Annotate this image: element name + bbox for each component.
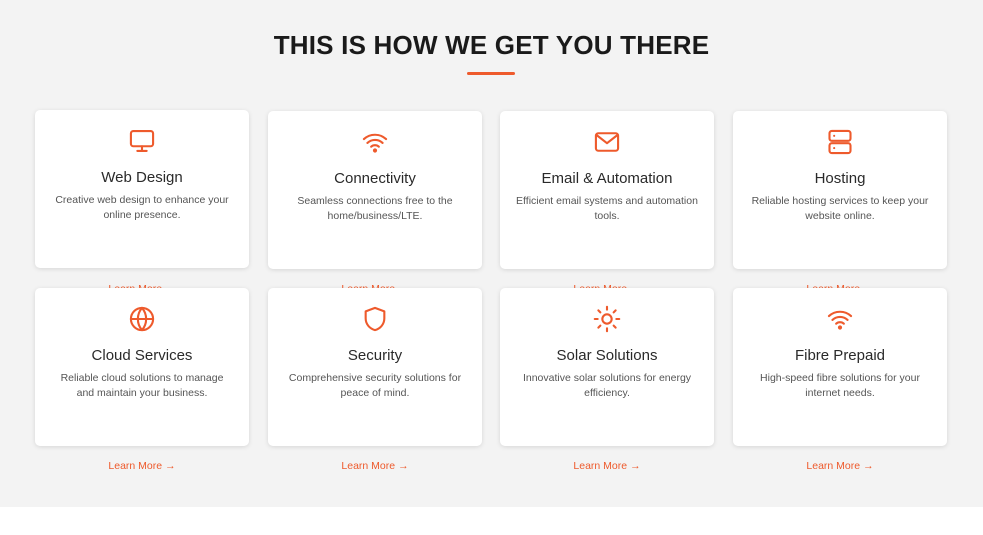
wifi-icon — [268, 128, 482, 156]
card-description: Seamless connections free to the home/bu… — [297, 195, 453, 222]
heading-underline — [467, 72, 515, 75]
card-description: Comprehensive security solutions for pea… — [288, 372, 462, 399]
card-title: Solar Solutions — [556, 347, 658, 364]
card-title: Web Design — [101, 169, 183, 186]
card-description: Innovative solar solutions for energy ef… — [522, 372, 692, 399]
shield-icon — [268, 305, 482, 333]
service-card-cloud-services: Cloud Services Reliable cloud solutions … — [35, 288, 249, 446]
service-card-connectivity: Connectivity Seamless connections free t… — [268, 111, 482, 269]
service-card-security: Security Comprehensive security solution… — [268, 288, 482, 446]
section-heading: THIS IS HOW WE GET YOU THERE — [273, 30, 710, 60]
card-description: Reliable hosting services to keep your w… — [751, 195, 929, 222]
globe-icon — [35, 305, 249, 333]
learn-more-link[interactable]: Learn More→ — [733, 460, 947, 472]
card-title: Connectivity — [334, 170, 416, 187]
arrow-right-icon: → — [863, 460, 874, 472]
wifi-icon — [733, 305, 947, 333]
card-description: Creative web design to enhance your onli… — [55, 194, 229, 221]
learn-more-link[interactable]: Learn More→ — [35, 460, 249, 472]
mail-icon — [500, 128, 714, 156]
arrow-right-icon: → — [165, 460, 176, 472]
monitor-icon — [35, 127, 249, 155]
service-card-hosting: Hosting Reliable hosting services to kee… — [733, 111, 947, 269]
card-title: Fibre Prepaid — [794, 347, 886, 364]
arrow-right-icon: → — [398, 460, 409, 472]
card-description: Efficient email systems and automation t… — [516, 195, 698, 222]
card-description: Reliable cloud solutions to manage and m… — [60, 372, 224, 399]
sun-icon — [500, 305, 714, 333]
server-icon — [733, 128, 947, 156]
learn-more-link[interactable]: Learn More→ — [268, 460, 482, 472]
service-card-fibre-prepaid: Fibre Prepaid High-speed fibre solutions… — [733, 288, 947, 446]
service-card-solar-solutions: Solar Solutions Innovative solar solutio… — [500, 288, 714, 446]
card-description: High-speed fibre solutions for your inte… — [760, 372, 920, 399]
learn-more-link[interactable]: Learn More→ — [500, 460, 714, 472]
card-title: Cloud Services — [91, 347, 193, 364]
card-title: Email & Automation — [541, 170, 673, 187]
card-title: Security — [347, 347, 403, 364]
service-card-email-automation: Email & Automation Efficient email syste… — [500, 111, 714, 269]
card-title: Hosting — [814, 170, 866, 187]
service-card-web-design: Web Design Creative web design to enhanc… — [35, 110, 249, 268]
services-section: THIS IS HOW WE GET YOU THERE Web Design … — [0, 0, 983, 507]
arrow-right-icon: → — [630, 460, 641, 472]
